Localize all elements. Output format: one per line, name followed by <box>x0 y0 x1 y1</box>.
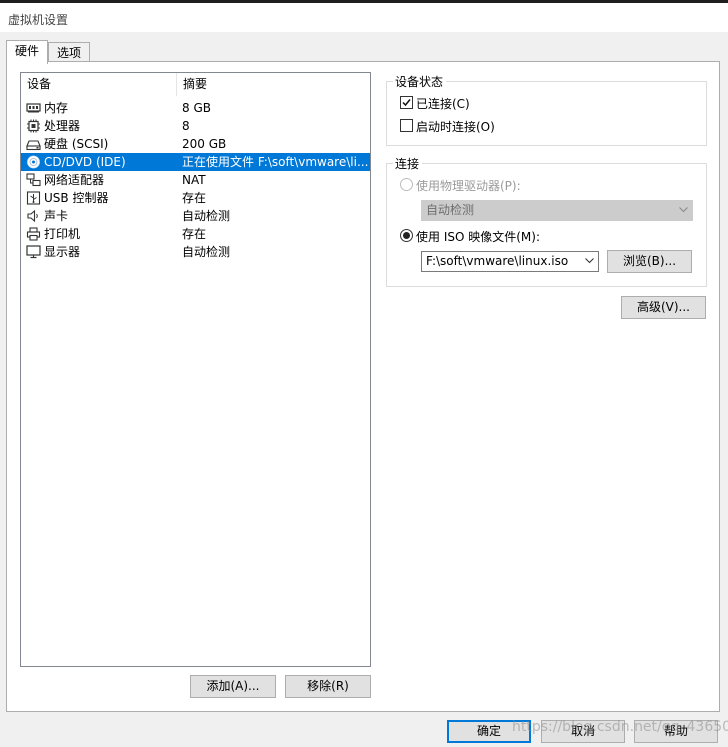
column-header-summary[interactable]: 摘要 <box>177 73 370 96</box>
device-name: 打印机 <box>44 227 81 241</box>
device-summary: 存在 <box>182 191 207 205</box>
physical-drive-select[interactable]: 自动检测 <box>421 200 693 221</box>
remove-device-button[interactable]: 移除(R) <box>285 675 371 698</box>
device-row-usb-controller[interactable]: USB 控制器 存在 <box>21 189 370 207</box>
connected-checkbox[interactable] <box>400 96 413 109</box>
device-summary: 自动检测 <box>182 209 231 223</box>
device-name: USB 控制器 <box>44 191 109 205</box>
physical-drive-label[interactable]: 使用物理驱动器(P): <box>416 177 521 194</box>
add-device-label: 添加(A)... <box>206 679 260 693</box>
column-header-device[interactable]: 设备 <box>21 73 177 96</box>
device-name: 内存 <box>44 101 69 115</box>
tab-hardware-label: 硬件 <box>14 44 39 58</box>
window-title: 虚拟机设置 <box>8 13 69 27</box>
device-summary: 200 GB <box>182 137 227 151</box>
add-device-button[interactable]: 添加(A)... <box>190 675 276 698</box>
device-summary: 存在 <box>182 227 207 241</box>
connection-title: 连接 <box>393 155 423 172</box>
device-summary: 8 <box>182 119 190 133</box>
iso-image-radio[interactable] <box>400 229 413 242</box>
device-name: 声卡 <box>44 209 69 223</box>
advanced-label: 高级(V)... <box>636 300 691 314</box>
device-status-group <box>386 81 707 146</box>
chevron-down-icon <box>679 207 688 213</box>
network-adapter-icon <box>26 173 41 187</box>
device-name: 显示器 <box>44 245 81 259</box>
title-bar: 虚拟机设置 <box>0 3 728 32</box>
usb-icon <box>26 191 41 205</box>
watermark: https://blog.csdn.net/qq_43650 <box>512 719 728 735</box>
device-row-hard-disk[interactable]: 硬盘 (SCSI) 200 GB <box>21 135 370 153</box>
device-row-network-adapter[interactable]: 网络适配器 NAT <box>21 171 370 189</box>
device-name: 网络适配器 <box>44 173 105 187</box>
device-row-memory[interactable]: 内存 8 GB <box>21 99 370 117</box>
browse-label: 浏览(B)... <box>622 254 677 268</box>
device-row-cd-dvd[interactable]: CD/DVD (IDE) 正在使用文件 F:\soft\vmware\li... <box>21 153 370 171</box>
connect-at-poweron-label[interactable]: 启动时连接(O) <box>416 118 495 135</box>
device-summary: 正在使用文件 F:\soft\vmware\li... <box>182 155 368 169</box>
hard-disk-icon <box>26 137 41 151</box>
device-name: 处理器 <box>44 119 81 133</box>
remove-device-label: 移除(R) <box>307 679 349 693</box>
memory-icon <box>26 101 41 115</box>
tab-hardware[interactable]: 硬件 <box>6 40 48 64</box>
connect-at-poweron-checkbox[interactable] <box>400 119 413 132</box>
sound-card-icon <box>26 209 41 223</box>
device-list[interactable]: 设备 摘要 内存 8 GB 处理器 8 硬盘 (SCSI) 200 GB CD/… <box>20 72 371 667</box>
browse-button[interactable]: 浏览(B)... <box>607 250 692 273</box>
device-name: 硬盘 (SCSI) <box>44 137 109 151</box>
device-row-display[interactable]: 显示器 自动检测 <box>21 243 370 261</box>
device-status-title: 设备状态 <box>393 73 447 90</box>
device-row-sound-card[interactable]: 声卡 自动检测 <box>21 207 370 225</box>
device-list-header: 设备 摘要 <box>21 73 370 97</box>
column-header-device-label: 设备 <box>27 77 52 91</box>
printer-icon <box>26 227 41 241</box>
device-summary: 自动检测 <box>182 245 231 259</box>
physical-drive-radio[interactable] <box>400 178 413 191</box>
processor-icon <box>26 119 41 133</box>
advanced-button[interactable]: 高级(V)... <box>621 296 706 319</box>
tab-options-label: 选项 <box>56 46 81 60</box>
device-row-processor[interactable]: 处理器 8 <box>21 117 370 135</box>
iso-path-value: F:\soft\vmware\linux.iso <box>426 254 569 268</box>
device-name: CD/DVD (IDE) <box>44 155 126 169</box>
chevron-down-icon[interactable] <box>585 258 594 264</box>
cd-dvd-icon <box>26 155 41 169</box>
iso-image-label[interactable]: 使用 ISO 映像文件(M): <box>416 228 540 245</box>
tab-options[interactable]: 选项 <box>48 42 90 63</box>
column-header-summary-label: 摘要 <box>183 77 208 91</box>
ok-label: 确定 <box>476 724 501 738</box>
device-summary: NAT <box>182 173 206 187</box>
device-summary: 8 GB <box>182 101 211 115</box>
display-icon <box>26 245 41 259</box>
device-row-printer[interactable]: 打印机 存在 <box>21 225 370 243</box>
iso-path-combobox[interactable]: F:\soft\vmware\linux.iso <box>421 251 599 272</box>
connected-label[interactable]: 已连接(C) <box>416 95 470 112</box>
physical-drive-value: 自动检测 <box>426 203 475 217</box>
